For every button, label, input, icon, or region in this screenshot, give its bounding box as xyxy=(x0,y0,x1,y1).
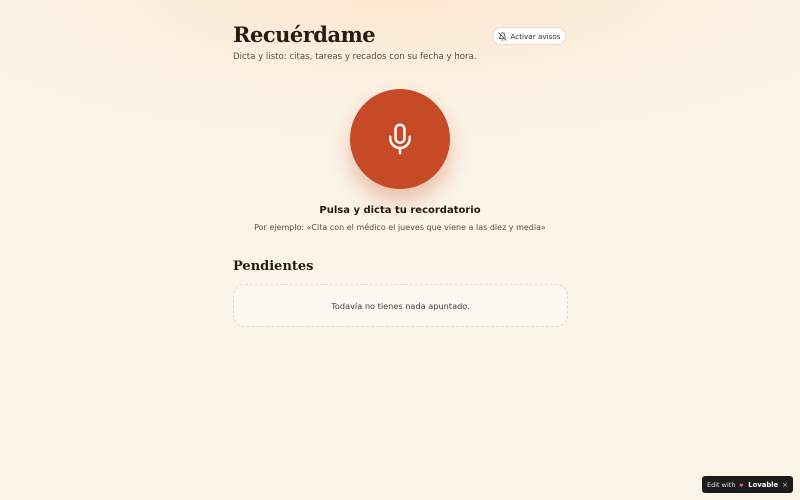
app-title: Recuérdame xyxy=(233,22,376,47)
badge-brand: Lovable xyxy=(748,480,779,489)
pending-empty-message: Todavía no tienes nada apuntado. xyxy=(331,300,470,311)
pending-empty-state: Todavía no tienes nada apuntado. xyxy=(233,284,568,327)
app-subtitle: Dicta y listo: citas, tareas y recados c… xyxy=(233,52,477,62)
badge-edit-label: Edit with xyxy=(707,480,736,489)
record-prompt: Pulsa y dicta tu recordatorio xyxy=(319,205,481,216)
pending-section-title: Pendientes xyxy=(233,259,314,274)
enable-notifications-label: Activar avisos xyxy=(510,31,561,41)
microphone-icon xyxy=(389,123,411,155)
heart-icon xyxy=(740,483,744,487)
edit-with-lovable-badge[interactable]: Edit with Lovable × xyxy=(702,476,793,493)
record-example: Por ejemplo: «Cita con el médico el juev… xyxy=(254,223,546,232)
record-button[interactable] xyxy=(350,89,450,189)
badge-close-button[interactable]: × xyxy=(782,481,788,489)
bell-off-icon xyxy=(497,31,507,41)
enable-notifications-button[interactable]: Activar avisos xyxy=(492,27,566,45)
